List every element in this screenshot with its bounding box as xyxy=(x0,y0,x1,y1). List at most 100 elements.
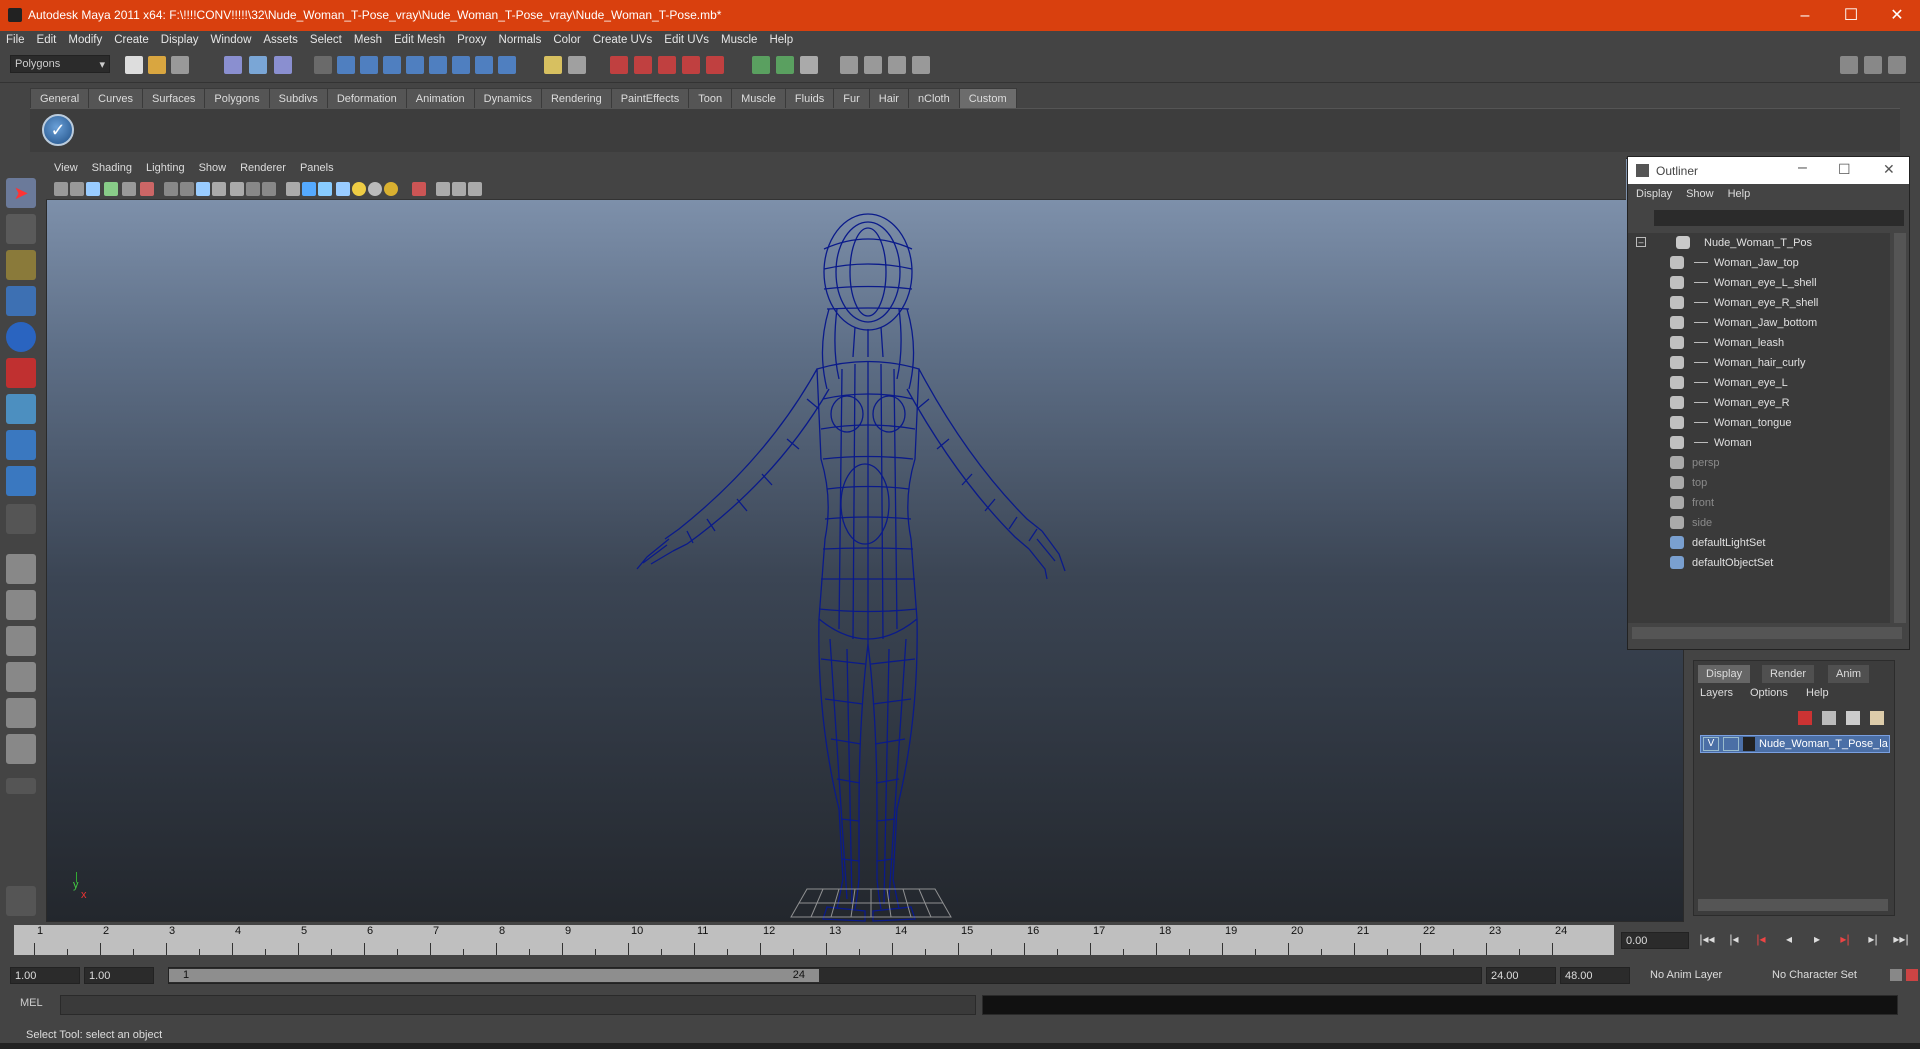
lasso-icon[interactable] xyxy=(6,214,36,244)
character-set-dropdown[interactable]: No Character Set xyxy=(1768,967,1884,984)
outliner-set-defaultobjectset[interactable]: defaultObjectSet xyxy=(1628,553,1890,573)
outliner-menu-display[interactable]: Display xyxy=(1628,184,1678,200)
custom-shelf-checkmark-icon[interactable]: ✓ xyxy=(42,114,74,146)
menu-normals[interactable]: Normals xyxy=(493,31,548,46)
layer-hscrollbar[interactable] xyxy=(1698,899,1888,911)
outliner-item-woman_eye_l_shell[interactable]: Woman_eye_L_shell xyxy=(1628,273,1890,293)
tool-settings-icon[interactable] xyxy=(6,886,36,916)
toggle-tool-settings-icon[interactable] xyxy=(1864,56,1882,74)
outliner-item-woman_jaw_top[interactable]: Woman_Jaw_top xyxy=(1628,253,1890,273)
menu-edit-mesh[interactable]: Edit Mesh xyxy=(388,31,451,46)
grease-pencil-icon[interactable] xyxy=(140,182,154,196)
menu-edit[interactable]: Edit xyxy=(31,31,63,46)
step-forward-key-button[interactable]: ▸| xyxy=(1862,932,1884,950)
outliner-minimize-button[interactable]: – xyxy=(1798,159,1807,177)
textured-icon[interactable] xyxy=(336,182,350,196)
isolate-select-icon[interactable] xyxy=(412,182,426,196)
menu-mesh[interactable]: Mesh xyxy=(348,31,388,46)
range-slider-knob[interactable]: 1 24 xyxy=(169,969,819,982)
key-icon[interactable] xyxy=(1890,969,1902,981)
layer-tab-render[interactable]: Render xyxy=(1762,665,1815,683)
outliner-item-woman_eye_r_shell[interactable]: Woman_eye_R_shell xyxy=(1628,293,1890,313)
current-time-field[interactable]: 0.00 xyxy=(1621,932,1689,949)
construction-history-icon[interactable] xyxy=(800,56,818,74)
select-tool-icon[interactable]: ➤ xyxy=(6,178,36,208)
menu-color[interactable]: Color xyxy=(547,31,586,46)
maximize-button[interactable]: ☐ xyxy=(1828,0,1874,31)
outliner-camera-persp[interactable]: persp xyxy=(1628,453,1890,473)
shelf-tab-fur[interactable]: Fur xyxy=(833,88,870,108)
shelf-tab-curves[interactable]: Curves xyxy=(88,88,143,108)
outliner-close-button[interactable]: ✕ xyxy=(1883,161,1895,178)
shelf-tab-animation[interactable]: Animation xyxy=(405,88,475,108)
screen-ao-icon[interactable] xyxy=(384,182,398,196)
select-hierarchy-icon[interactable] xyxy=(224,56,242,74)
range-end-field[interactable]: 48.00 xyxy=(1560,967,1630,984)
menu-assets[interactable]: Assets xyxy=(257,31,304,46)
cone-icon[interactable] xyxy=(6,286,36,316)
viewport-menu-view[interactable]: View xyxy=(46,158,84,174)
save-scene-icon[interactable] xyxy=(171,56,189,74)
layer-color-swatch[interactable] xyxy=(1743,737,1755,751)
outliner-set-defaultlightset[interactable]: defaultLightSet xyxy=(1628,533,1890,553)
camera-select-icon[interactable] xyxy=(54,182,68,196)
camera-tools-icon[interactable] xyxy=(468,182,482,196)
outliner-item-woman_leash[interactable]: Woman_leash xyxy=(1628,333,1890,353)
select-by-handle-icon[interactable] xyxy=(314,56,332,74)
anim-layer-dropdown[interactable]: No Anim Layer xyxy=(1646,967,1762,984)
step-forward-frame-button[interactable]: ▸| xyxy=(1834,932,1856,950)
layer-tab-display[interactable]: Display xyxy=(1698,665,1751,683)
snap-point-icon[interactable] xyxy=(658,56,676,74)
menu-help[interactable]: Help xyxy=(763,31,799,46)
grid-icon[interactable] xyxy=(164,182,178,196)
shelf-tab-hair[interactable]: Hair xyxy=(868,88,909,108)
wireframe-icon[interactable] xyxy=(286,182,300,196)
menu-edit-uvs[interactable]: Edit UVs xyxy=(658,31,715,46)
menu-select[interactable]: Select xyxy=(304,31,348,46)
command-language-label[interactable]: MEL xyxy=(20,997,43,1009)
outliner-vscrollbar[interactable] xyxy=(1894,233,1906,623)
menu-display[interactable]: Display xyxy=(155,31,205,46)
layer-tab-anim[interactable]: Anim xyxy=(1828,665,1870,683)
outliner-item-root[interactable]: – Nude_Woman_T_Pos xyxy=(1628,233,1890,253)
rotate-icon[interactable] xyxy=(6,466,36,496)
toggle-attribute-editor-icon[interactable] xyxy=(1840,56,1858,74)
input-ops-icon[interactable] xyxy=(752,56,770,74)
select-by-deformer-icon[interactable] xyxy=(406,56,424,74)
use-all-lights-icon[interactable] xyxy=(352,182,366,196)
time-slider[interactable]: 1 2 3 4 5 6 7 8 9 10 11 12 13 14 15 16 17 18 19 20 21 22 23 24 xyxy=(14,925,1614,955)
outliner-camera-front[interactable]: front xyxy=(1628,493,1890,513)
menu-file[interactable]: File xyxy=(0,31,31,46)
shelf-tab-fluids[interactable]: Fluids xyxy=(784,88,835,108)
layer-options-icon[interactable] xyxy=(1870,711,1884,725)
sphere-icon[interactable] xyxy=(6,322,36,352)
layer-from-selected-icon[interactable] xyxy=(1822,711,1836,725)
play-forward-button[interactable]: ▸ xyxy=(1806,932,1828,950)
image-plane-icon[interactable] xyxy=(104,182,118,196)
new-scene-icon[interactable] xyxy=(125,56,143,74)
snap-plane-icon[interactable] xyxy=(682,56,700,74)
range-slider[interactable]: 1 24 xyxy=(168,967,1482,984)
layer-visibility-toggle[interactable]: V xyxy=(1703,737,1719,751)
shelf-tab-subdivs[interactable]: Subdivs xyxy=(268,88,328,108)
select-by-misc-icon[interactable] xyxy=(475,56,493,74)
play-backward-button[interactable]: ◂ xyxy=(1778,932,1800,950)
resolution-gate-icon[interactable] xyxy=(196,182,210,196)
select-by-joint-icon[interactable] xyxy=(337,56,355,74)
shelf-tab-deformation[interactable]: Deformation xyxy=(326,88,407,108)
select-component-icon[interactable] xyxy=(274,56,292,74)
step-back-frame-button[interactable]: |◂ xyxy=(1750,932,1772,950)
range-start-field[interactable]: 1.00 xyxy=(10,967,80,984)
layer-type-toggle[interactable] xyxy=(1723,737,1739,751)
layer-menu-options[interactable]: Options xyxy=(1750,687,1788,699)
3d-viewport[interactable]: | x y xyxy=(46,158,1684,922)
layout-render-icon[interactable] xyxy=(6,734,36,764)
menu-set-dropdown[interactable]: Polygons ▾ xyxy=(10,55,110,73)
layout-four-icon[interactable] xyxy=(6,590,36,620)
new-empty-layer-icon[interactable] xyxy=(1846,711,1860,725)
select-by-render-icon[interactable] xyxy=(452,56,470,74)
outliner-item-woman_eye_r[interactable]: Woman_eye_R xyxy=(1628,393,1890,413)
safe-title-icon[interactable] xyxy=(262,182,276,196)
new-layer-icon[interactable] xyxy=(1798,711,1812,725)
select-object-icon[interactable] xyxy=(249,56,267,74)
